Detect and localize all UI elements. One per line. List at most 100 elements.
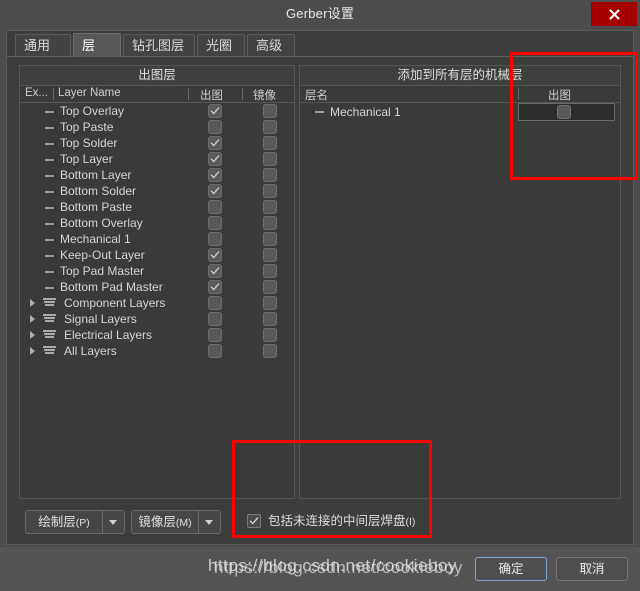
table-row[interactable]: Bottom Pad Master bbox=[20, 279, 294, 295]
table-row[interactable]: Bottom Solder bbox=[20, 183, 294, 199]
print-checkbox[interactable] bbox=[208, 280, 222, 294]
layer-dash-icon bbox=[45, 239, 54, 241]
layer-name-label: Bottom Solder bbox=[60, 184, 137, 198]
chevron-down-icon[interactable] bbox=[198, 511, 220, 533]
print-checkbox[interactable] bbox=[557, 105, 571, 119]
mirror-checkbox[interactable] bbox=[263, 344, 277, 358]
print-checkbox[interactable] bbox=[208, 232, 222, 246]
print-checkbox[interactable] bbox=[208, 136, 222, 150]
layer-name-label: All Layers bbox=[64, 344, 117, 358]
mirror-checkbox[interactable] bbox=[263, 280, 277, 294]
print-checkbox[interactable] bbox=[208, 312, 222, 326]
tab-drill-layers[interactable]: 钻孔图层 bbox=[123, 34, 195, 56]
mirror-checkbox[interactable] bbox=[263, 328, 277, 342]
layer-name-label: Mechanical 1 bbox=[330, 105, 401, 119]
print-layers-column-header: Ex... Layer Name 出图 镜像 bbox=[20, 86, 294, 103]
mirror-checkbox[interactable] bbox=[263, 120, 277, 134]
column-divider bbox=[242, 88, 243, 100]
mirror-checkbox[interactable] bbox=[263, 136, 277, 150]
print-checkbox[interactable] bbox=[208, 296, 222, 310]
mirror-checkbox[interactable] bbox=[263, 216, 277, 230]
layer-name-label: Top Paste bbox=[60, 120, 114, 134]
layer-name-label: Electrical Layers bbox=[64, 328, 153, 342]
print-cell[interactable] bbox=[518, 103, 615, 121]
layer-dash-icon bbox=[45, 127, 54, 129]
chevron-right-icon[interactable] bbox=[30, 299, 35, 307]
mirror-checkbox[interactable] bbox=[263, 264, 277, 278]
layer-name-label: Top Layer bbox=[60, 152, 113, 166]
cancel-button[interactable]: 取消 bbox=[556, 557, 628, 581]
layer-dash-icon bbox=[45, 191, 54, 193]
mirror-layer-label: 镜像层(M) bbox=[138, 515, 192, 529]
layer-dash-icon bbox=[45, 175, 54, 177]
layer-stack-icon bbox=[43, 298, 56, 308]
tab-general[interactable]: 通用 bbox=[15, 34, 71, 56]
layer-name-label: Signal Layers bbox=[64, 312, 137, 326]
print-checkbox[interactable] bbox=[208, 328, 222, 342]
print-checkbox[interactable] bbox=[208, 168, 222, 182]
mirror-checkbox[interactable] bbox=[263, 248, 277, 262]
tab-aperture[interactable]: 光圈 bbox=[197, 34, 245, 56]
chevron-right-icon[interactable] bbox=[30, 315, 35, 323]
chevron-down-icon[interactable] bbox=[102, 511, 124, 533]
mirror-checkbox[interactable] bbox=[263, 168, 277, 182]
table-row[interactable]: All Layers bbox=[20, 343, 294, 359]
layer-dash-icon bbox=[45, 223, 54, 225]
dialog-footer: 确定 取消 bbox=[0, 547, 640, 591]
mirror-checkbox[interactable] bbox=[263, 200, 277, 214]
mechanical-layers-title: 添加到所有层的机械层 bbox=[300, 66, 620, 86]
table-row[interactable]: Top Paste bbox=[20, 119, 294, 135]
layer-name-label: Top Overlay bbox=[60, 104, 125, 118]
ok-button[interactable]: 确定 bbox=[475, 557, 547, 581]
chevron-right-icon[interactable] bbox=[30, 331, 35, 339]
print-layers-list[interactable]: Top Overlay Top Paste Top Solder Top Layer B… bbox=[20, 103, 294, 498]
checkbox-box[interactable] bbox=[247, 514, 261, 528]
print-checkbox[interactable] bbox=[208, 104, 222, 118]
print-checkbox[interactable] bbox=[208, 200, 222, 214]
table-row[interactable]: Component Layers bbox=[20, 295, 294, 311]
table-row[interactable]: Signal Layers bbox=[20, 311, 294, 327]
mirror-checkbox[interactable] bbox=[263, 296, 277, 310]
layer-name-label: Top Solder bbox=[60, 136, 118, 150]
layer-dash-icon bbox=[45, 111, 54, 113]
table-row[interactable]: Mechanical 1 bbox=[300, 103, 620, 121]
chevron-right-icon[interactable] bbox=[30, 347, 35, 355]
window-title: Gerber设置 bbox=[285, 6, 355, 21]
table-row[interactable]: Bottom Paste bbox=[20, 199, 294, 215]
table-row[interactable]: Bottom Overlay bbox=[20, 215, 294, 231]
print-checkbox[interactable] bbox=[208, 120, 222, 134]
table-row[interactable]: Top Overlay bbox=[20, 103, 294, 119]
print-checkbox[interactable] bbox=[208, 152, 222, 166]
mirror-checkbox[interactable] bbox=[263, 184, 277, 198]
table-row[interactable]: Top Layer bbox=[20, 151, 294, 167]
print-checkbox[interactable] bbox=[208, 248, 222, 262]
close-icon[interactable] bbox=[591, 2, 637, 26]
print-checkbox[interactable] bbox=[208, 264, 222, 278]
column-extend: Ex... bbox=[25, 87, 49, 99]
layer-dash-icon bbox=[45, 287, 54, 289]
table-row[interactable]: Top Pad Master bbox=[20, 263, 294, 279]
print-checkbox[interactable] bbox=[208, 216, 222, 230]
column-mirror: 镜像 bbox=[253, 90, 276, 102]
layer-dash-icon bbox=[45, 207, 54, 209]
table-row[interactable]: Electrical Layers bbox=[20, 327, 294, 343]
column-layer-name: Layer Name bbox=[58, 87, 121, 99]
layer-dash-icon bbox=[45, 255, 54, 257]
mirror-checkbox[interactable] bbox=[263, 232, 277, 246]
draw-layer-button[interactable]: 绘制层(P) bbox=[25, 510, 125, 534]
layer-stack-icon bbox=[43, 330, 56, 340]
print-checkbox[interactable] bbox=[208, 184, 222, 198]
table-row[interactable]: Bottom Layer bbox=[20, 167, 294, 183]
mirror-checkbox[interactable] bbox=[263, 152, 277, 166]
mirror-checkbox[interactable] bbox=[263, 104, 277, 118]
table-row[interactable]: Keep-Out Layer bbox=[20, 247, 294, 263]
mirror-checkbox[interactable] bbox=[263, 312, 277, 326]
tab-strip: 通用 层 钻孔图层 光圈 高级 bbox=[7, 31, 633, 57]
tab-layers[interactable]: 层 bbox=[73, 33, 121, 57]
tab-advanced[interactable]: 高级 bbox=[247, 34, 295, 56]
mirror-layer-button[interactable]: 镜像层(M) bbox=[131, 510, 221, 534]
table-row[interactable]: Mechanical 1 bbox=[20, 231, 294, 247]
mechanical-layers-list[interactable]: Mechanical 1 bbox=[300, 103, 620, 498]
table-row[interactable]: Top Solder bbox=[20, 135, 294, 151]
print-checkbox[interactable] bbox=[208, 344, 222, 358]
